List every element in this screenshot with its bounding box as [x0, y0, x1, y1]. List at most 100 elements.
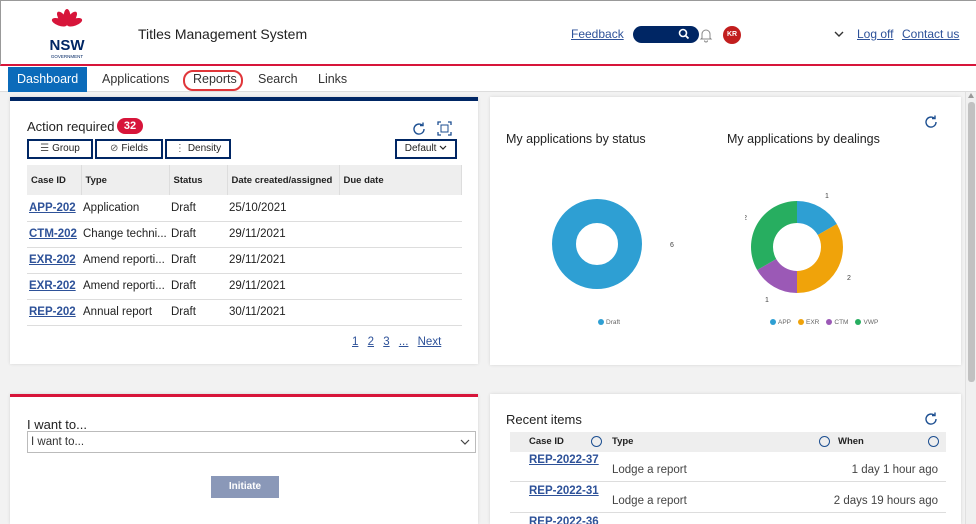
page-ellipsis[interactable]: ...: [399, 336, 409, 348]
nav-search[interactable]: Search: [258, 67, 298, 92]
page-link[interactable]: 2: [368, 336, 374, 348]
cell-status: Draft: [169, 195, 227, 222]
column-header-when[interactable]: When: [838, 436, 864, 447]
user-avatar[interactable]: KR: [723, 26, 741, 44]
main-nav: Dashboard Applications Reports Search Li…: [0, 67, 976, 92]
legend-item-exr[interactable]: EXR: [798, 319, 819, 326]
recent-items-title: Recent items: [506, 412, 582, 427]
status-legend: Draft: [598, 319, 627, 326]
nav-applications[interactable]: Applications: [102, 67, 169, 92]
eye-off-icon: ⊘: [109, 143, 119, 154]
legend-item-vwp[interactable]: VWP: [855, 319, 878, 326]
table-row[interactable]: REP-202 Annual report Draft 30/11/2021: [27, 299, 462, 326]
group-button[interactable]: ☰ Group: [27, 139, 93, 159]
data-label: 1: [825, 193, 829, 200]
recent-case-id-link[interactable]: REP-2022-31: [529, 485, 599, 497]
search-icon: [678, 28, 690, 40]
cell-type: Annual report: [81, 299, 169, 326]
column-header-status[interactable]: Status: [169, 165, 228, 195]
chevron-down-icon: [460, 439, 470, 445]
chevron-down-icon[interactable]: [833, 27, 845, 41]
status-chart-title: My applications by status: [506, 132, 646, 146]
legend-item-app[interactable]: APP: [770, 319, 791, 326]
case-id-link[interactable]: APP-202: [29, 202, 76, 214]
column-header-type[interactable]: Type: [81, 165, 170, 195]
recent-items-header: Case ID Type When: [510, 432, 946, 452]
list-item[interactable]: REP-2022-31 Lodge a report 2 days 19 hou…: [510, 483, 946, 513]
feedback-link[interactable]: Feedback: [571, 27, 624, 41]
recent-case-id-link[interactable]: REP-2022-36: [529, 516, 599, 524]
cell-date: 29/11/2021: [227, 247, 339, 274]
case-id-link[interactable]: CTM-202: [29, 228, 77, 240]
column-header-due-date[interactable]: Due date: [339, 165, 462, 195]
initiate-button[interactable]: Initiate: [211, 476, 279, 498]
filter-icon[interactable]: [928, 436, 939, 447]
column-header-case-id[interactable]: Case ID: [27, 165, 82, 195]
scrollbar-thumb[interactable]: [968, 102, 975, 382]
recent-item-when: 1 day 1 hour ago: [851, 464, 938, 476]
group-icon: ☰: [40, 143, 50, 154]
case-id-link[interactable]: EXR-202: [29, 280, 76, 292]
recent-case-id-link[interactable]: REP-2022-37: [529, 454, 599, 466]
default-view-select[interactable]: Default: [395, 139, 457, 159]
table-row[interactable]: APP-202 Application Draft 25/10/2021: [27, 195, 462, 222]
cell-status: Draft: [169, 221, 227, 248]
column-header-date[interactable]: Date created/assigned: [227, 165, 340, 195]
refresh-icon[interactable]: [411, 121, 427, 137]
column-header-case-id[interactable]: Case ID: [529, 436, 564, 447]
nav-links[interactable]: Links: [318, 67, 347, 92]
density-icon: ⋮: [174, 143, 185, 154]
search-button[interactable]: [633, 26, 699, 43]
dealings-donut-chart: 1 2 1 2: [745, 193, 851, 304]
refresh-icon[interactable]: [923, 114, 939, 130]
table-row[interactable]: EXR-202 Amend reporti... Draft 29/11/202…: [27, 273, 462, 300]
case-id-link[interactable]: EXR-202: [29, 254, 76, 266]
legend-item-ctm[interactable]: CTM: [826, 319, 848, 326]
cell-status: Draft: [169, 273, 227, 300]
cell-due: [339, 299, 462, 326]
bell-icon[interactable]: [699, 27, 713, 43]
page-link[interactable]: 1: [352, 336, 358, 348]
next-page-link[interactable]: Next: [418, 336, 442, 348]
data-label: 1: [765, 297, 769, 304]
cell-date: 29/11/2021: [227, 273, 339, 300]
filter-icon[interactable]: [591, 436, 602, 447]
donut-slice-exr[interactable]: [797, 224, 843, 293]
fields-button[interactable]: ⊘ Fields: [95, 139, 163, 159]
cell-date: 25/10/2021: [227, 195, 339, 222]
action-required-title: Action required: [27, 119, 115, 134]
scroll-up-arrow-icon[interactable]: [968, 93, 974, 98]
table-row[interactable]: EXR-202 Amend reporti... Draft 29/11/202…: [27, 247, 462, 274]
column-header-type[interactable]: Type: [612, 436, 633, 447]
filter-icon[interactable]: [819, 436, 830, 447]
page-scrollbar[interactable]: [965, 92, 976, 524]
cell-type: Change techni...: [81, 221, 169, 248]
donut-slice-vwp[interactable]: [751, 201, 797, 270]
list-item[interactable]: REP-2022-36: [510, 514, 946, 524]
logoff-link[interactable]: Log off: [857, 27, 893, 41]
cell-due: [339, 195, 462, 222]
nsw-government-logo[interactable]: NSW GOVERNMENT: [45, 7, 89, 61]
case-id-link[interactable]: REP-202: [29, 306, 76, 318]
density-button[interactable]: ⋮ Density: [165, 139, 231, 159]
i-want-to-select[interactable]: I want to...: [27, 431, 476, 453]
cell-status: Draft: [169, 247, 227, 274]
charts-card: My applications by status My application…: [490, 97, 961, 365]
action-required-count-badge: 32: [117, 118, 143, 134]
app-header: NSW GOVERNMENT Titles Management System …: [0, 0, 976, 66]
list-item[interactable]: REP-2022-37 Lodge a report 1 day 1 hour …: [510, 452, 946, 482]
expand-icon[interactable]: [437, 121, 452, 136]
cell-date: 30/11/2021: [227, 299, 339, 326]
i-want-to-card: I want to... I want to... Initiate: [10, 394, 478, 524]
contact-us-link[interactable]: Contact us: [902, 27, 959, 41]
recent-item-when: 2 days 19 hours ago: [833, 495, 938, 507]
refresh-icon[interactable]: [923, 411, 939, 427]
nav-dashboard[interactable]: Dashboard: [8, 67, 88, 92]
reports-highlight-ring: [183, 70, 243, 91]
page-link[interactable]: 3: [383, 336, 389, 348]
table-row[interactable]: CTM-202 Change techni... Draft 29/11/202…: [27, 221, 462, 248]
donut-slice-draft[interactable]: [552, 199, 642, 289]
cell-status: Draft: [169, 299, 227, 326]
dealings-legend: APP EXR CTM VWP: [770, 319, 885, 326]
legend-item-draft[interactable]: Draft: [598, 319, 620, 326]
